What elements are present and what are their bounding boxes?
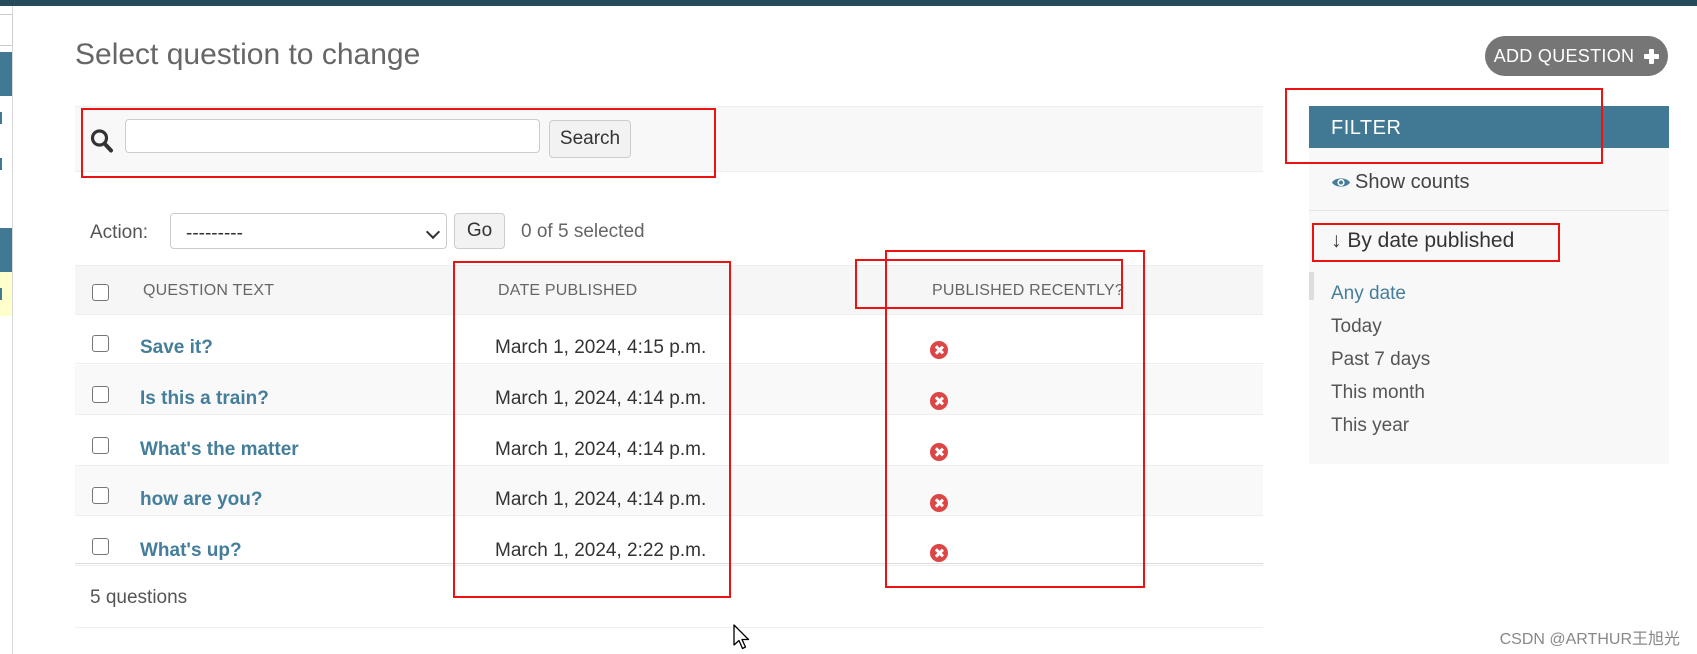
page-title: Select question to change	[75, 38, 421, 71]
column-header-question-text[interactable]: QUESTION TEXT	[143, 282, 274, 300]
go-button[interactable]: Go	[454, 213, 505, 249]
sidebar-section-header	[0, 52, 12, 96]
row-checkbox[interactable]	[92, 538, 109, 555]
sidebar-toggle[interactable]	[0, 14, 13, 46]
row-checkbox[interactable]	[92, 335, 109, 352]
select-all-checkbox[interactable]	[92, 284, 109, 301]
filter-divider	[1309, 210, 1669, 211]
action-label: Action:	[90, 222, 149, 243]
sidebar-border	[12, 6, 13, 654]
selection-counter: 0 of 5 selected	[521, 221, 645, 242]
mouse-cursor-icon	[733, 624, 750, 650]
question-link[interactable]: Save it?	[140, 337, 213, 359]
sidebar-item-link[interactable]	[0, 288, 2, 300]
filter-choice-past-7-days[interactable]: Past 7 days	[1331, 349, 1430, 371]
annotation-box-recent-column	[885, 250, 1145, 588]
action-select[interactable]: ---------	[170, 213, 447, 249]
question-link[interactable]: how are you?	[140, 489, 262, 511]
question-link[interactable]: Is this a train?	[140, 388, 269, 410]
annotation-box-by-date	[1312, 223, 1560, 262]
filter-choice-this-year[interactable]: This year	[1331, 415, 1409, 437]
eye-icon	[1332, 178, 1350, 187]
show-counts-label: Show counts	[1355, 171, 1470, 193]
filter-choice-today[interactable]: Today	[1331, 316, 1382, 338]
paginator-divider	[75, 627, 1263, 628]
selected-filter-indicator	[1309, 272, 1314, 300]
row-checkbox[interactable]	[92, 437, 109, 454]
show-counts-link[interactable]: Show counts	[1331, 171, 1470, 194]
add-question-label: ADD QUESTION	[1493, 45, 1635, 66]
question-link[interactable]: What's up?	[140, 540, 242, 562]
row-checkbox[interactable]	[92, 487, 109, 504]
annotation-box-date-column	[453, 261, 731, 598]
filter-choice-this-month[interactable]: This month	[1331, 382, 1425, 404]
watermark: CSDN @ARTHUR王旭光	[1499, 631, 1680, 648]
sidebar-item-link[interactable]	[0, 112, 2, 124]
action-select-value: ---------	[186, 223, 243, 244]
chevron-down-icon	[425, 224, 441, 240]
top-header-bar	[0, 0, 1697, 6]
question-link[interactable]: What's the matter	[140, 439, 299, 461]
sidebar-item-link[interactable]	[0, 158, 2, 170]
row-checkbox[interactable]	[92, 386, 109, 403]
annotation-box-filter	[1285, 88, 1603, 164]
filter-choice-any-date[interactable]: Any date	[1331, 283, 1406, 305]
add-question-button[interactable]: ADD QUESTION	[1485, 36, 1668, 76]
result-count: 5 questions	[90, 587, 188, 608]
plus-icon	[1644, 48, 1660, 64]
annotation-box-search	[81, 108, 716, 178]
sidebar-section-header	[0, 228, 12, 272]
